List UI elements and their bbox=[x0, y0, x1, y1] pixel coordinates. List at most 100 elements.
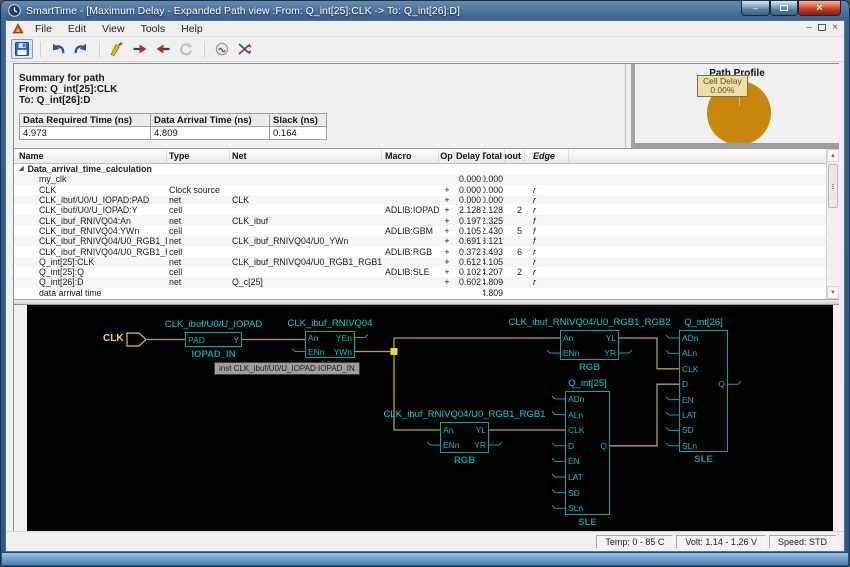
column-header-edge[interactable]: Edge bbox=[525, 149, 569, 163]
collapse-path-button[interactable] bbox=[152, 39, 174, 59]
arrival-time-header: Data Arrival Time (ns) bbox=[151, 114, 270, 127]
cell-macro bbox=[382, 164, 439, 174]
table-row[interactable]: Q_int[25]:CLKnetCLK_ibuf_RNIVQ04/U0_RGB1… bbox=[14, 257, 839, 267]
table-row[interactable]: CLK_ibuf_RNIVQ04:YWncellADLIB:GBM+0.1052… bbox=[14, 226, 839, 236]
block-title: CLK_ibuf_RNIVQ04/U0_RGB1_RGB1 bbox=[383, 409, 545, 420]
pin-label: ENn bbox=[308, 347, 325, 357]
undo-button[interactable] bbox=[47, 39, 69, 59]
menu-view[interactable]: View bbox=[94, 22, 133, 36]
table-row[interactable]: CLKClock source+0.0000.000r bbox=[14, 185, 839, 195]
table-row[interactable]: CLK_ibuf_RNIVQ04/U0_RGB1_RGB1:AnnetCLK_i… bbox=[14, 236, 839, 246]
client-area: File Edit View Tools Help – × bbox=[5, 20, 845, 552]
cell-total: 0.000 bbox=[483, 195, 505, 205]
cell-type: net bbox=[167, 277, 230, 287]
table-row[interactable]: CLK_ibuf_RNIVQ04/U0_RGB1_RGB1:YLcellADLI… bbox=[14, 246, 839, 256]
scroll-down-icon[interactable]: ▼ bbox=[827, 286, 839, 299]
cell-edge bbox=[525, 164, 569, 174]
cell-fanout bbox=[505, 236, 525, 246]
column-header-op[interactable]: Op bbox=[439, 149, 455, 163]
expand-path-button[interactable] bbox=[129, 39, 151, 59]
cell-total: 0.000 bbox=[483, 185, 505, 195]
title-bar[interactable]: SmartTime - [Maximum Delay - Expanded Pa… bbox=[1, 1, 849, 20]
minimize-button[interactable]: – bbox=[741, 1, 770, 16]
cell-type: net bbox=[167, 195, 230, 205]
close-button[interactable]: × bbox=[798, 1, 841, 16]
pin-label: YR bbox=[474, 440, 486, 450]
table-row[interactable]: CLK_ibuf_RNIVQ04:AnnetCLK_ibuf+0.1972.32… bbox=[14, 215, 839, 225]
cell-op bbox=[439, 174, 455, 184]
tree-expander-icon[interactable]: ◢ bbox=[19, 165, 24, 172]
cross-probe-button[interactable] bbox=[234, 39, 256, 59]
block-title: Q_int[25] bbox=[568, 378, 607, 389]
table-row[interactable]: Q_int[26]:DnetQ_c[25]+0.6024.809r bbox=[14, 277, 839, 287]
cell-macro bbox=[382, 288, 439, 298]
maximize-button[interactable] bbox=[770, 1, 798, 16]
cell-op: + bbox=[439, 226, 455, 236]
pin-label: YL bbox=[476, 425, 486, 435]
cell-op: + bbox=[439, 246, 455, 256]
cell-delay: 0.612 bbox=[455, 257, 483, 267]
table-row[interactable]: ◢Data_arrival_time_calculation bbox=[14, 164, 839, 174]
mdi-minimize-button[interactable]: – bbox=[807, 22, 813, 33]
mdi-close-button[interactable]: × bbox=[832, 22, 838, 33]
menu-help[interactable]: Help bbox=[173, 22, 211, 36]
slack-header: Slack (ns) bbox=[270, 114, 327, 127]
column-header-net[interactable]: Net bbox=[230, 149, 382, 163]
cell-macro: ADLIB:RGB bbox=[382, 246, 439, 256]
timing-grid: Name Type Net Macro Op Delay Total Fanou… bbox=[14, 149, 839, 299]
cell-net bbox=[230, 288, 382, 298]
column-header-delay[interactable]: Delay bbox=[455, 149, 483, 163]
pin-label: YEn bbox=[336, 333, 352, 343]
scrollbar-track[interactable] bbox=[827, 162, 839, 286]
column-header-name[interactable]: Name bbox=[14, 149, 167, 163]
pie-tooltip: Cell Delay 0.00% bbox=[697, 75, 748, 97]
table-row[interactable]: Q_int[25]:QcellADLIB:SLE+0.1024.2072r bbox=[14, 267, 839, 277]
cell-name: Q_int[26]:D bbox=[14, 277, 167, 287]
window-controls: – × bbox=[741, 1, 841, 16]
pin-label: An bbox=[563, 333, 573, 343]
table-row[interactable]: my_clk0.0000.000 bbox=[14, 174, 839, 184]
pin-label: YL bbox=[606, 333, 616, 343]
cell-name: ◢Data_arrival_time_calculation bbox=[14, 164, 167, 174]
column-header-fanout[interactable]: Fanout bbox=[505, 149, 525, 163]
cell-net bbox=[230, 246, 382, 256]
cell-name: Q_int[25]:Q bbox=[14, 267, 167, 277]
cell-op: + bbox=[439, 185, 455, 195]
pin-label: ALn bbox=[682, 348, 697, 358]
vertical-scrollbar[interactable]: ▲ ▼ bbox=[826, 149, 839, 299]
cell-macro: ADLIB:IOPAD_IN bbox=[382, 205, 439, 215]
cell-fanout bbox=[505, 185, 525, 195]
cell-total: 2.430 bbox=[483, 226, 505, 236]
cell-net bbox=[230, 185, 382, 195]
horizontal-splitter[interactable] bbox=[635, 143, 839, 148]
scrollbar-thumb[interactable] bbox=[828, 164, 838, 208]
column-header-total[interactable]: Total bbox=[483, 149, 505, 163]
column-header-macro[interactable]: Macro bbox=[382, 149, 439, 163]
restore-icon bbox=[780, 5, 788, 11]
redo-button[interactable] bbox=[70, 39, 92, 59]
cell-edge: f bbox=[525, 236, 569, 246]
edit-path-button[interactable] bbox=[106, 39, 128, 59]
table-row[interactable]: data arrival time4.809 bbox=[14, 288, 839, 298]
clk-port-icon[interactable] bbox=[127, 333, 146, 346]
pin-label: ADn bbox=[568, 394, 585, 404]
menu-edit[interactable]: Edit bbox=[60, 22, 94, 36]
slack-value: 0.164 bbox=[270, 127, 327, 140]
cell-delay: 0.197 bbox=[455, 215, 483, 225]
column-header-type[interactable]: Type bbox=[167, 149, 230, 163]
required-time-header: Data Required Time (ns) bbox=[20, 114, 151, 127]
table-row[interactable]: CLK_ibuf/U0/U_IOPAD:YcellADLIB:IOPAD_IN+… bbox=[14, 205, 839, 215]
cell-fanout bbox=[505, 257, 525, 267]
analysis-options-button[interactable] bbox=[211, 39, 233, 59]
menu-file[interactable]: File bbox=[27, 22, 60, 36]
save-button[interactable] bbox=[11, 39, 33, 59]
scroll-up-icon[interactable]: ▲ bbox=[827, 149, 839, 162]
refresh-button[interactable] bbox=[175, 39, 197, 59]
pin-label: YR bbox=[604, 348, 616, 358]
table-row[interactable]: CLK_ibuf/U0/U_IOPAD:PADnetCLK+0.0000.000… bbox=[14, 195, 839, 205]
cell-edge: r bbox=[525, 277, 569, 287]
mdi-restore-button[interactable] bbox=[818, 24, 826, 31]
menu-tools[interactable]: Tools bbox=[133, 22, 174, 36]
cell-net bbox=[230, 267, 382, 277]
refresh-icon bbox=[178, 41, 194, 57]
